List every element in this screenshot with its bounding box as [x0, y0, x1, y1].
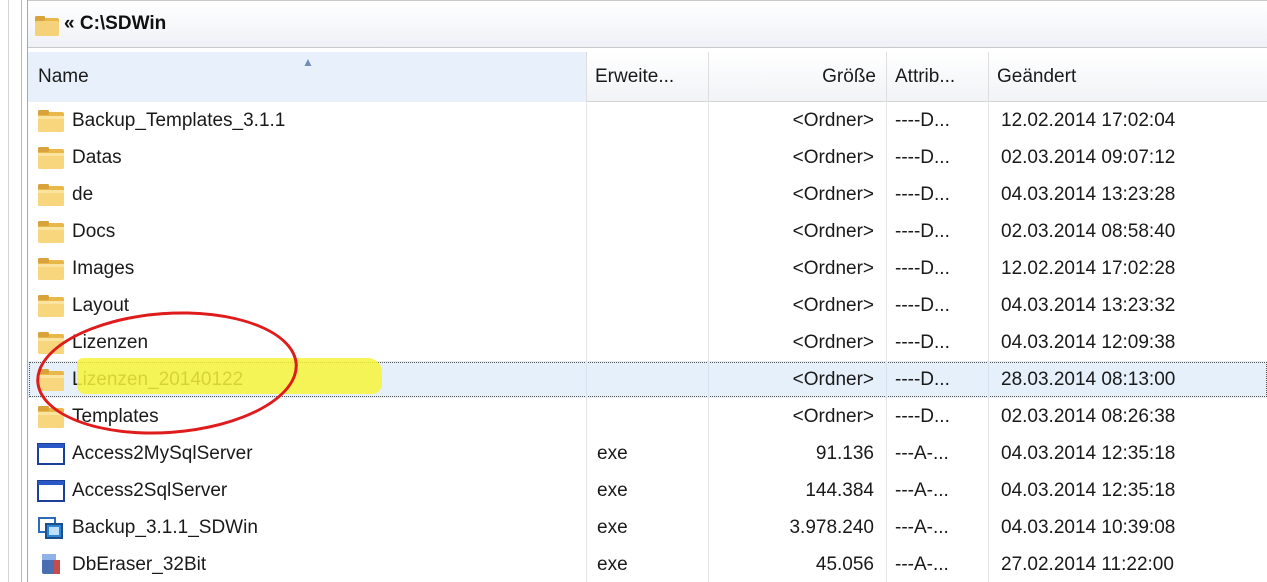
cell-attributes: ----D... [887, 213, 989, 250]
cell-attributes: ----D... [887, 361, 989, 398]
cell-attributes: ----D... [887, 324, 989, 361]
sort-ascending-icon: ▲ [302, 55, 314, 69]
cell-attributes: ----D... [887, 139, 989, 176]
cell-name: de [28, 176, 587, 213]
cell-attributes: ---A-... [887, 546, 989, 582]
cell-extension [587, 250, 709, 287]
cell-attributes: ----D... [887, 398, 989, 435]
cell-extension: exe [587, 435, 709, 472]
cell-extension [587, 102, 709, 139]
cell-size: <Ordner> [709, 361, 887, 398]
column-header-extension[interactable]: Erweite... [587, 52, 709, 102]
column-header-name[interactable]: ▲ Name [28, 52, 587, 102]
table-row[interactable]: Backup_3.1.1_SDWin exe 3.978.240 ---A-... 04… [28, 509, 1267, 546]
cell-size: <Ordner> [709, 398, 887, 435]
cell-extension [587, 176, 709, 213]
table-row[interactable]: DbEraser_32Bit exe 45.056 ---A-... 27.02.201… [28, 546, 1267, 582]
cell-modified: 02.03.2014 08:26:38 [1001, 406, 1176, 427]
cell-size: <Ordner> [709, 102, 887, 139]
cell-size: <Ordner> [709, 287, 887, 324]
cell-modified: 04.03.2014 12:35:18 [1001, 480, 1176, 501]
cell-extension: exe [587, 546, 709, 582]
cell-name: Datas [28, 139, 587, 176]
cell-name: Access2MySqlServer [28, 435, 587, 472]
cell-extension: exe [587, 472, 709, 509]
table-row[interactable]: Docs <Ordner> ----D... 02.03.2014 08:58:40 [28, 213, 1267, 250]
cell-attributes: ----D... [887, 102, 989, 139]
left-panel-edge [0, 0, 22, 582]
cell-size: <Ordner> [709, 139, 887, 176]
cell-attributes: ----D... [887, 176, 989, 213]
cell-name: Images [28, 250, 587, 287]
cell-extension [587, 361, 709, 398]
cell-attributes: ---A-... [887, 509, 989, 546]
cell-name: Docs [28, 213, 587, 250]
cell-size: 3.978.240 [709, 509, 887, 546]
file-list-pane: « C:\SDWin ▲ Name Erweite... Größe Attri… [27, 0, 1267, 582]
left-panel-divider [8, 0, 9, 582]
cell-modified: 04.03.2014 12:09:38 [1001, 332, 1176, 353]
cell-extension [587, 398, 709, 435]
cell-modified: 04.03.2014 10:39:08 [1001, 517, 1176, 538]
cell-modified: 02.03.2014 09:07:12 [1001, 147, 1176, 168]
cell-size: 144.384 [709, 472, 887, 509]
cell-extension: exe [587, 509, 709, 546]
cell-modified: 02.03.2014 08:58:40 [1001, 221, 1176, 242]
cell-attributes: ---A-... [887, 472, 989, 509]
table-row[interactable]: de <Ordner> ----D... 04.03.2014 13:23:28 [28, 176, 1267, 213]
column-header-attributes[interactable]: Attrib... [887, 52, 989, 102]
cell-name: Access2SqlServer [28, 472, 587, 509]
cell-size: <Ordner> [709, 213, 887, 250]
cell-size: <Ordner> [709, 176, 887, 213]
cell-name: Backup_Templates_3.1.1 [28, 102, 587, 139]
cell-size: <Ordner> [709, 324, 887, 361]
cell-extension [587, 139, 709, 176]
table-row[interactable]: Access2SqlServer exe 144.384 ---A-... 04.03.… [28, 472, 1267, 509]
current-path: « C:\SDWin [64, 13, 167, 34]
cell-extension [587, 213, 709, 250]
cell-attributes: ---A-... [887, 435, 989, 472]
column-header-modified[interactable]: Geändert [989, 52, 1267, 102]
cell-modified: 28.03.2014 08:13:00 [1001, 369, 1176, 390]
cell-modified: 04.03.2014 12:35:18 [1001, 443, 1176, 464]
cell-name: Backup_3.1.1_SDWin [28, 509, 587, 546]
column-header: ▲ Name Erweite... Größe Attrib... Geände… [28, 52, 1267, 102]
path-bar[interactable]: « C:\SDWin [28, 0, 1267, 48]
table-row[interactable]: Access2MySqlServer exe 91.136 ---A-... 04.03… [28, 435, 1267, 472]
cell-modified: 04.03.2014 13:23:32 [1001, 295, 1176, 316]
table-row[interactable]: Backup_Templates_3.1.1 <Ordner> ----D... 12… [28, 102, 1267, 139]
cell-modified: 12.02.2014 17:02:28 [1001, 258, 1176, 279]
column-header-name-label: Name [38, 66, 89, 87]
cell-attributes: ----D... [887, 287, 989, 324]
cell-modified: 04.03.2014 13:23:28 [1001, 184, 1176, 205]
cell-attributes: ----D... [887, 250, 989, 287]
cell-size: 91.136 [709, 435, 887, 472]
cell-size: 45.056 [709, 546, 887, 582]
cell-name: Layout [28, 287, 587, 324]
column-header-size[interactable]: Größe [709, 52, 887, 102]
folder-icon [35, 16, 59, 36]
cell-modified: 12.02.2014 17:02:04 [1001, 110, 1176, 131]
cell-name: DbEraser_32Bit [28, 546, 587, 582]
cell-extension [587, 287, 709, 324]
cell-modified: 27.02.2014 11:22:00 [1001, 554, 1174, 575]
cell-extension [587, 324, 709, 361]
cell-size: <Ordner> [709, 250, 887, 287]
table-row[interactable]: Datas <Ordner> ----D... 02.03.2014 09:07:12 [28, 139, 1267, 176]
table-row[interactable]: Images <Ordner> ----D... 12.02.2014 17:02:2… [28, 250, 1267, 287]
